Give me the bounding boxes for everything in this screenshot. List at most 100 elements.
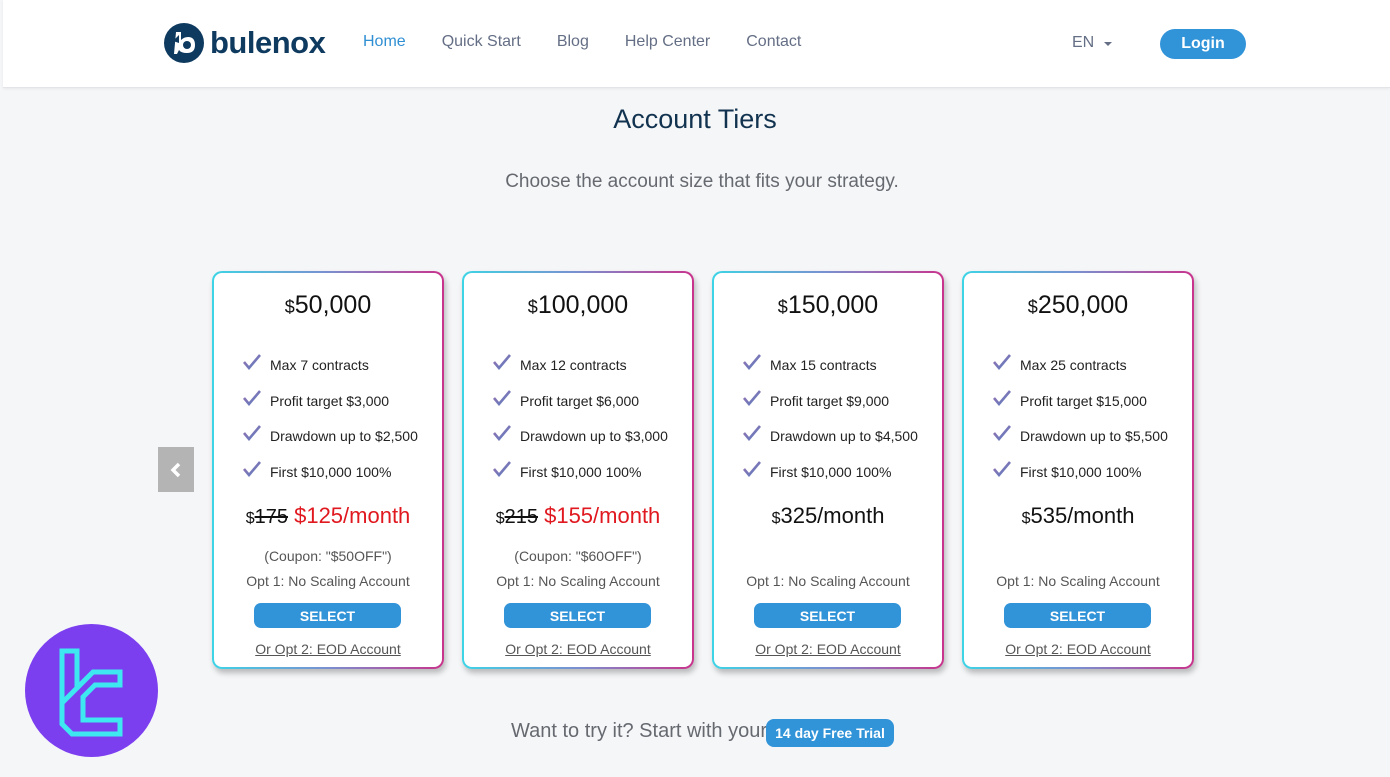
feature-item: Max 12 contracts xyxy=(492,354,668,393)
chevron-left-icon xyxy=(170,462,181,477)
coupon-text: (Coupon: "$60OFF") xyxy=(514,548,642,564)
feature-label: Profit target $3,000 xyxy=(270,392,390,409)
discounted-price: $155/month xyxy=(544,503,661,528)
feature-label: Profit target $15,000 xyxy=(1020,392,1147,409)
monthly-price: 325/month xyxy=(780,503,885,528)
checkmark-icon xyxy=(743,460,761,477)
tc-logo-icon xyxy=(59,648,123,737)
feature-label: Profit target $6,000 xyxy=(520,392,640,409)
feature-item: Drawdown up to $3,000 xyxy=(492,425,668,464)
checkmark-icon xyxy=(243,354,261,370)
feature-label: Max 15 contracts xyxy=(770,357,877,373)
original-price: 215 xyxy=(504,506,538,528)
currency-symbol: $ xyxy=(777,297,788,317)
nav-help-center[interactable]: Help Center xyxy=(625,33,710,51)
checkmark-icon xyxy=(243,460,261,477)
tier-amount: $150,000 xyxy=(777,291,879,319)
carousel-prev-button[interactable] xyxy=(158,447,194,492)
tier-card-2: $150,000 Max 15 contracts Profit target $… xyxy=(712,271,944,669)
feature-item: Drawdown up to $2,500 xyxy=(242,425,418,464)
feature-label: First $10,000 100% xyxy=(270,463,392,480)
tier-amount: $250,000 xyxy=(1027,291,1129,319)
feature-label: Drawdown up to $5,500 xyxy=(1020,428,1168,444)
login-button[interactable]: Login xyxy=(1160,29,1246,59)
feature-item: Profit target $6,000 xyxy=(492,389,668,429)
feature-label: Drawdown up to $4,500 xyxy=(770,428,918,444)
currency-symbol: $ xyxy=(1027,297,1038,317)
feature-item: Profit target $9,000 xyxy=(742,389,918,429)
tier-amount: $100,000 xyxy=(527,291,629,319)
discounted-price: $125/month xyxy=(294,503,411,528)
feature-item: First $10,000 100% xyxy=(492,460,668,500)
currency-symbol: $ xyxy=(245,510,255,527)
feature-label: Drawdown up to $2,500 xyxy=(270,428,418,444)
checkmark-icon xyxy=(743,389,761,406)
monthly-price: 535/month xyxy=(1030,503,1135,528)
nav-contact[interactable]: Contact xyxy=(746,33,801,51)
option-2-link[interactable]: Or Opt 2: EOD Account xyxy=(464,641,692,657)
feature-item: First $10,000 100% xyxy=(742,460,918,500)
tier-price: $535/month xyxy=(964,503,1192,529)
nav-blog[interactable]: Blog xyxy=(557,33,589,51)
feature-label: First $10,000 100% xyxy=(1020,463,1142,480)
tier-card-0: $50,000 Max 7 contracts Profit target $3,… xyxy=(212,271,444,669)
language-selector[interactable]: EN xyxy=(1072,34,1113,52)
nav-quick-start[interactable]: Quick Start xyxy=(442,33,521,51)
main-nav: Home Quick Start Blog Help Center Contac… xyxy=(363,33,837,51)
feature-item: First $10,000 100% xyxy=(242,460,418,500)
original-price: 175 xyxy=(254,506,288,528)
page-title: Account Tiers xyxy=(613,104,777,134)
select-button[interactable]: SELECT xyxy=(254,603,401,628)
feature-item: Drawdown up to $4,500 xyxy=(742,425,918,464)
feature-label: First $10,000 100% xyxy=(520,463,642,480)
currency-symbol: $ xyxy=(527,297,538,317)
feature-label: Max 7 contracts xyxy=(270,357,369,373)
select-button[interactable]: SELECT xyxy=(504,603,651,628)
option-1-text: Opt 1: No Scaling Account xyxy=(746,573,910,589)
checkmark-icon xyxy=(493,354,511,370)
feature-item: Drawdown up to $5,500 xyxy=(992,425,1168,464)
option-1-text: Opt 1: No Scaling Account xyxy=(496,573,660,589)
brand-name: bulenox xyxy=(210,25,326,60)
option-2-link[interactable]: Or Opt 2: EOD Account xyxy=(214,641,442,657)
checkmark-icon xyxy=(493,460,511,477)
tier-price: $325/month xyxy=(714,503,942,529)
feature-label: Max 25 contracts xyxy=(1020,357,1127,373)
tier-amount: $50,000 xyxy=(284,291,372,319)
currency-symbol: $ xyxy=(495,510,505,527)
option-2-link[interactable]: Or Opt 2: EOD Account xyxy=(714,641,942,657)
option-1-text: Opt 1: No Scaling Account xyxy=(996,573,1160,589)
language-label: EN xyxy=(1072,34,1095,51)
feature-label: Drawdown up to $3,000 xyxy=(520,428,668,444)
checkmark-icon xyxy=(743,354,761,370)
nav-home[interactable]: Home xyxy=(363,33,406,51)
feature-item: Max 25 contracts xyxy=(992,354,1168,393)
tier-card-3: $250,000 Max 25 contracts Profit target $… xyxy=(962,271,1194,669)
tier-card-1: $100,000 Max 12 contracts Profit target $… xyxy=(462,271,694,669)
checkmark-icon xyxy=(993,389,1011,406)
caret-down-icon xyxy=(1104,42,1113,46)
option-1-text: Opt 1: No Scaling Account xyxy=(246,573,410,589)
select-button[interactable]: SELECT xyxy=(1004,603,1151,628)
feature-list: Max 15 contracts Profit target $9,000 Draw… xyxy=(742,354,918,500)
feature-label: Profit target $9,000 xyxy=(770,392,890,409)
feature-item: Max 7 contracts xyxy=(242,354,418,393)
feature-item: Max 15 contracts xyxy=(742,354,918,393)
currency-symbol: $ xyxy=(284,297,295,317)
trial-prompt: Want to try it? Start with your xyxy=(511,720,768,742)
select-button[interactable]: SELECT xyxy=(754,603,901,628)
checkmark-icon xyxy=(993,425,1011,441)
site-header: bulenox Home Quick Start Blog Help Cente… xyxy=(3,0,1390,88)
watermark-badge xyxy=(25,624,158,757)
feature-label: First $10,000 100% xyxy=(770,463,892,480)
option-2-link[interactable]: Or Opt 2: EOD Account xyxy=(964,641,1192,657)
tier-price: $215 $155/month xyxy=(464,503,692,529)
checkmark-icon xyxy=(493,425,511,441)
bulenox-logo-icon xyxy=(164,23,204,63)
checkmark-icon xyxy=(243,425,261,441)
brand-logo[interactable]: bulenox xyxy=(164,22,326,64)
page-subtitle: Choose the account size that fits your s… xyxy=(505,171,899,192)
free-trial-button[interactable]: 14 day Free Trial xyxy=(766,719,894,747)
checkmark-icon xyxy=(993,354,1011,370)
checkmark-icon xyxy=(743,425,761,441)
